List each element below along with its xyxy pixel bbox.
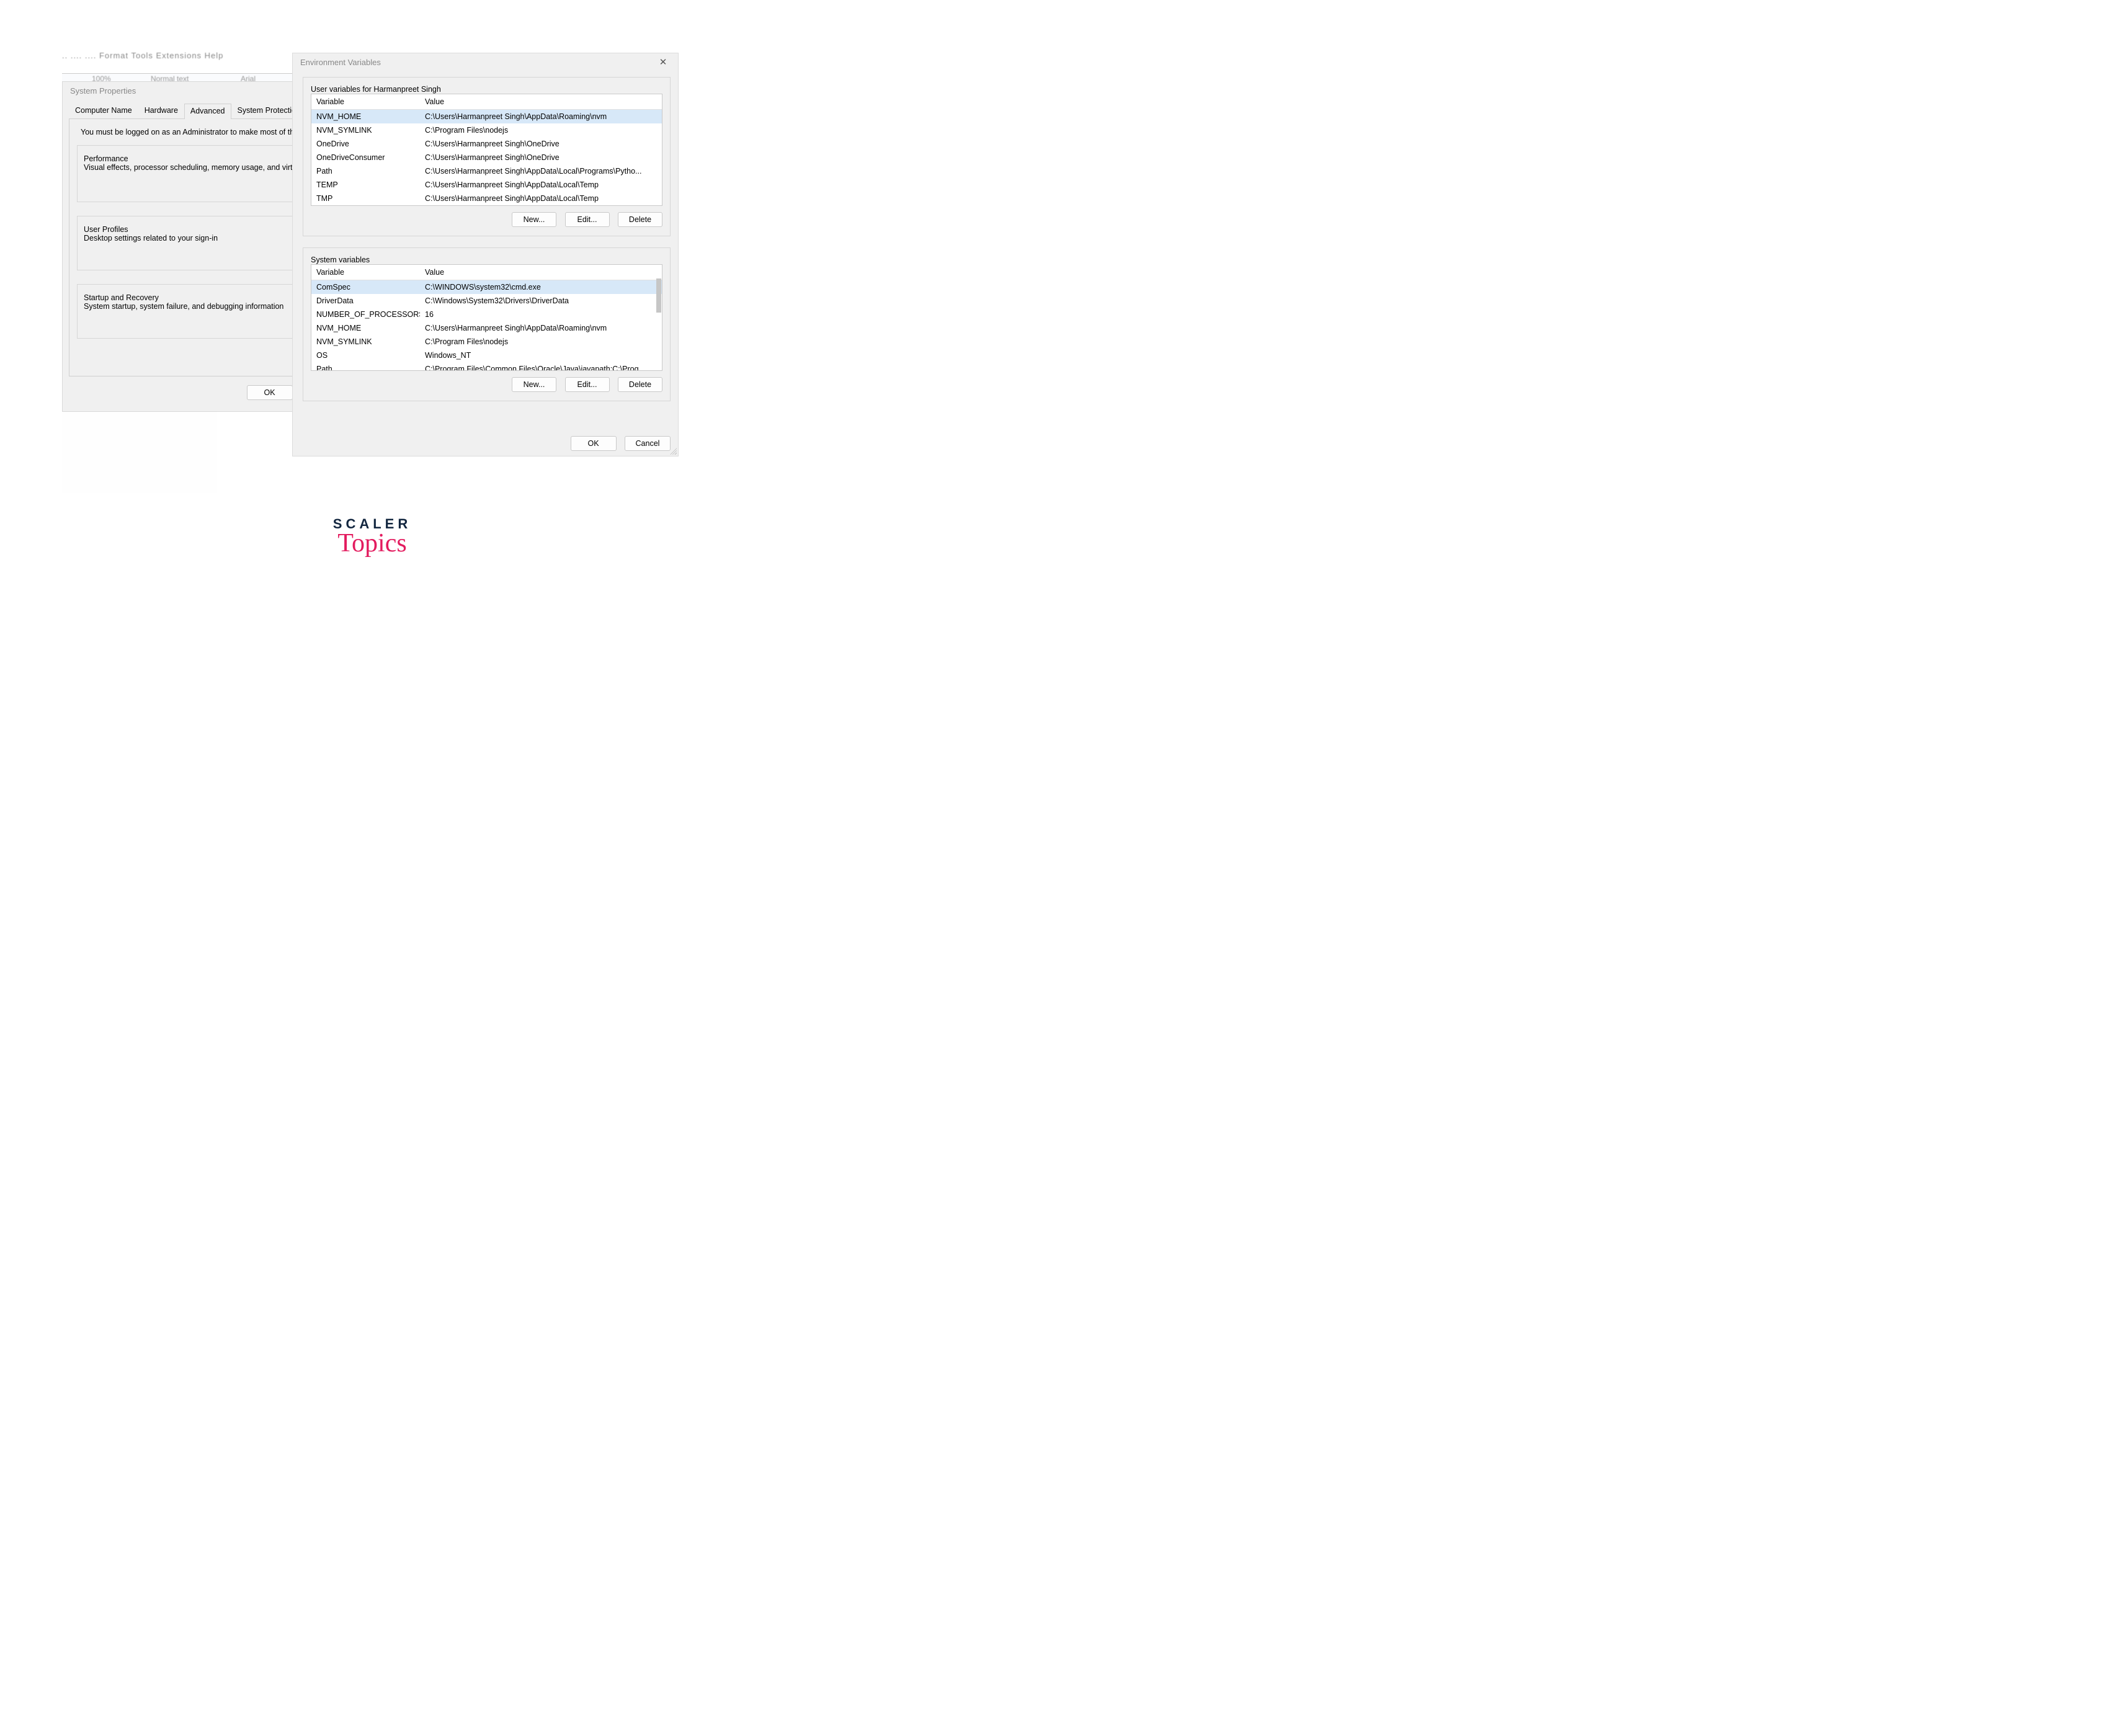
cell-value: C:\Users\Harmanpreet Singh\OneDrive [420,138,662,149]
tab-hardware[interactable]: Hardware [138,103,184,118]
cell-variable: NVM_SYMLINK [311,336,420,347]
startup-legend: Startup and Recovery [84,293,159,302]
user-variables-list[interactable]: Variable Value NVM_HOMEC:\Users\Harmanpr… [311,94,662,206]
system-variables-group: System variables Variable Value ComSpecC… [303,247,671,401]
user-edit-button[interactable]: Edit... [565,212,610,227]
user-new-button[interactable]: New... [512,212,556,227]
sys-col-value[interactable]: Value [420,265,662,280]
tab-advanced[interactable]: Advanced [184,104,231,119]
cell-value: C:\Users\Harmanpreet Singh\AppData\Roami… [420,323,662,334]
envvars-cancel-button[interactable]: Cancel [625,436,671,451]
sys-col-variable[interactable]: Variable [311,265,420,280]
cell-value: C:\Windows\System32\Drivers\DriverData [420,295,662,306]
user-col-value[interactable]: Value [420,94,662,109]
table-row[interactable]: NUMBER_OF_PROCESSORS16 [311,308,662,321]
cell-variable: NVM_HOME [311,323,420,334]
cell-value: C:\Users\Harmanpreet Singh\AppData\Local… [420,166,662,177]
cell-value: C:\Users\Harmanpreet Singh\AppData\Roami… [420,111,662,122]
cell-value: C:\WINDOWS\system32\cmd.exe [420,282,662,293]
cell-value: 16 [420,309,662,320]
table-row[interactable]: NVM_SYMLINKC:\Program Files\nodejs [311,123,662,137]
cell-variable: NUMBER_OF_PROCESSORS [311,309,420,320]
table-row[interactable]: OSWindows_NT [311,349,662,362]
cell-value: C:\Users\Harmanpreet Singh\OneDrive [420,152,662,163]
cell-variable: Path [311,363,420,371]
system-variables-legend: System variables [311,256,370,264]
cell-value: Windows_NT [420,350,662,361]
table-row[interactable]: TEMPC:\Users\Harmanpreet Singh\AppData\L… [311,178,662,192]
sys-delete-button[interactable]: Delete [618,377,662,392]
environment-variables-dialog: Environment Variables ✕ User variables f… [292,53,679,456]
scaler-topics-logo: SCALER Topics [0,516,744,558]
user-variables-group: User variables for Harmanpreet Singh Var… [303,77,671,236]
table-row[interactable]: PathC:\Users\Harmanpreet Singh\AppData\L… [311,164,662,178]
envvars-title: Environment Variables [300,53,381,72]
tab-computer-name[interactable]: Computer Name [69,103,138,118]
table-row[interactable]: TMPC:\Users\Harmanpreet Singh\AppData\Lo… [311,192,662,205]
table-row[interactable]: ComSpecC:\WINDOWS\system32\cmd.exe [311,280,662,294]
cell-variable: Path [311,166,420,177]
sys-new-button[interactable]: New... [512,377,556,392]
cell-value: C:\Program Files\nodejs [420,336,662,347]
cell-variable: TMP [311,193,420,204]
cell-value: C:\Users\Harmanpreet Singh\AppData\Local… [420,193,662,204]
cell-variable: NVM_SYMLINK [311,125,420,136]
performance-legend: Performance [84,154,128,163]
cell-variable: NVM_HOME [311,111,420,122]
table-row[interactable]: PathC:\Program Files\Common Files\Oracle… [311,362,662,371]
table-row[interactable]: NVM_HOMEC:\Users\Harmanpreet Singh\AppDa… [311,110,662,123]
sysprops-ok-button[interactable]: OK [247,385,293,400]
table-row[interactable]: NVM_SYMLINKC:\Program Files\nodejs [311,335,662,349]
cell-value: C:\Program Files\Common Files\Oracle\Jav… [420,363,662,371]
table-row[interactable]: OneDriveConsumerC:\Users\Harmanpreet Sin… [311,151,662,164]
user-delete-button[interactable]: Delete [618,212,662,227]
envvars-ok-button[interactable]: OK [571,436,617,451]
cell-variable: TEMP [311,179,420,190]
sys-edit-button[interactable]: Edit... [565,377,610,392]
table-row[interactable]: NVM_HOMEC:\Users\Harmanpreet Singh\AppDa… [311,321,662,335]
logo-line2: Topics [0,528,744,558]
user-variables-legend: User variables for Harmanpreet Singh [311,85,441,94]
cell-variable: DriverData [311,295,420,306]
cell-variable: OS [311,350,420,361]
close-icon[interactable]: ✕ [654,56,672,69]
user-profiles-legend: User Profiles [84,225,128,234]
system-list-scrollbar[interactable] [656,278,661,313]
cell-value: C:\Users\Harmanpreet Singh\AppData\Local… [420,179,662,190]
table-row[interactable]: DriverDataC:\Windows\System32\Drivers\Dr… [311,294,662,308]
cell-variable: ComSpec [311,282,420,293]
cell-variable: OneDriveConsumer [311,152,420,163]
background-editor-menu: .. .... .... Format Tools Extensions Hel… [62,51,223,60]
resize-grip-icon[interactable] [669,447,677,455]
user-col-variable[interactable]: Variable [311,94,420,109]
cell-value: C:\Program Files\nodejs [420,125,662,136]
cell-variable: OneDrive [311,138,420,149]
system-variables-list[interactable]: Variable Value ComSpecC:\WINDOWS\system3… [311,264,662,371]
table-row[interactable]: OneDriveC:\Users\Harmanpreet Singh\OneDr… [311,137,662,151]
